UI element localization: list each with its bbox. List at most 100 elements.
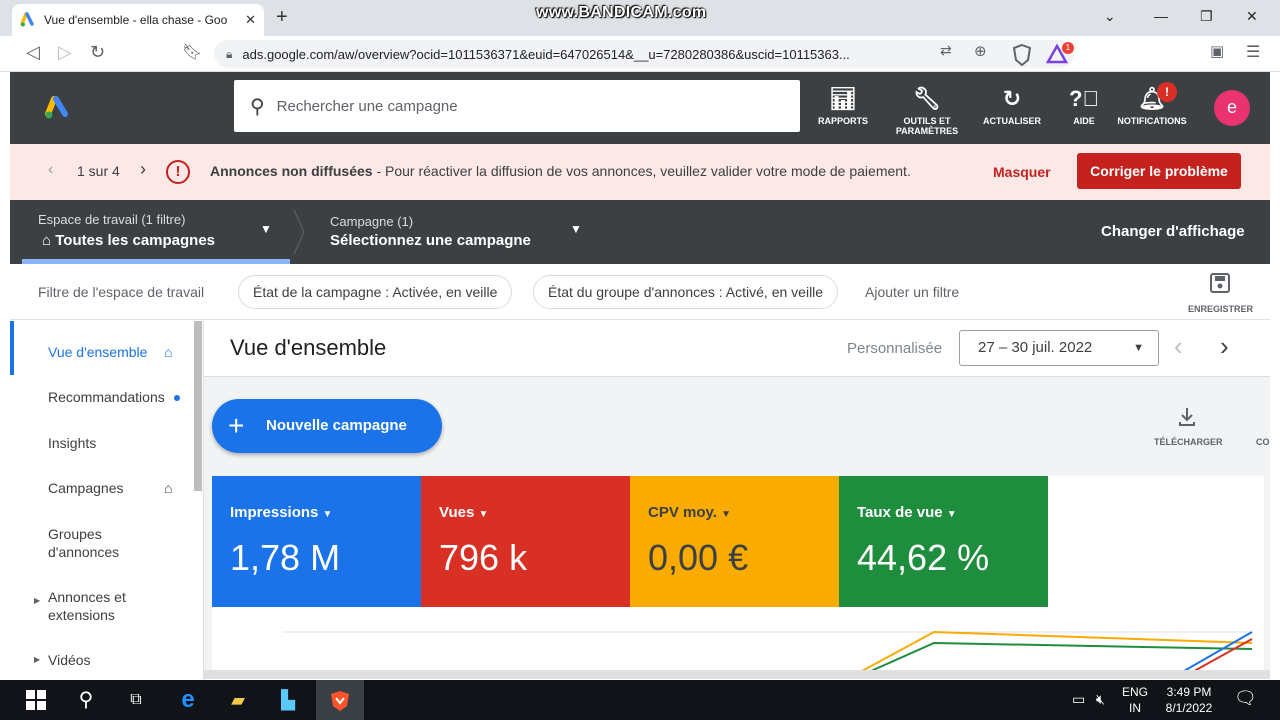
new-tab-icon[interactable]: + — [276, 6, 288, 29]
campaign-selector[interactable]: Sélectionnez une campagne — [330, 232, 531, 249]
dismiss-alert-button[interactable]: Masquer — [993, 164, 1051, 180]
alert-message: - Pour réactiver la diffusion de vos ann… — [372, 163, 911, 179]
fix-problem-button[interactable]: Corriger le problème — [1077, 153, 1241, 189]
alert-banner: ‹ 1 sur 4 › ! Annonces non diffusées - P… — [10, 144, 1270, 200]
windows-start-icon[interactable] — [26, 690, 46, 710]
tab-search-icon[interactable]: ⌄ — [1104, 8, 1116, 25]
alert-text: Annonces non diffusées - Pour réactiver … — [210, 163, 911, 179]
sidebar-item-videos[interactable]: Vidéos — [48, 651, 91, 669]
brave-shield-icon[interactable] — [1012, 44, 1032, 66]
save-icon[interactable] — [1209, 272, 1231, 294]
workspace-value: Toutes les campagnes — [55, 232, 216, 249]
sidebar-scrollbar[interactable] — [194, 321, 202, 491]
main-content: Vue d'ensemble Personnalisée 27 – 30 jui… — [204, 321, 1270, 679]
sidebar-item-recommendations[interactable]: Recommandations — [48, 388, 182, 406]
metric-card-view-rate[interactable]: Taux de vue ▼ 44,62 % — [839, 476, 1048, 607]
prev-date-icon[interactable]: ‹ — [1174, 331, 1183, 362]
recorder-watermark: www.BANDICAM.com — [536, 4, 707, 21]
rewards-badge: 1 — [1062, 42, 1074, 54]
metric-value: 1,78 M — [230, 537, 341, 578]
sidebar-item-overview[interactable]: Vue d'ensemble ⌂ — [48, 343, 172, 361]
internet-explorer-icon[interactable]: e — [174, 686, 202, 714]
url-text: ads.google.com/aw/overview?ocid=10115363… — [242, 46, 850, 62]
metric-card-avg-cpv[interactable]: CPV moy. ▼ 0,00 € — [630, 476, 839, 607]
brave-browser-icon[interactable] — [328, 689, 352, 713]
metric-label: Taux de vue ▼ — [857, 504, 1030, 521]
chevron-down-icon: ▼ — [322, 509, 333, 520]
sidebar-item-label: Campagnes — [48, 480, 124, 496]
date-range-selector[interactable]: 27 – 30 juil. 2022 ▼ — [959, 330, 1159, 366]
forward-icon[interactable]: ▷ — [58, 42, 72, 63]
notification-center-icon[interactable]: 🗨︎ — [1234, 688, 1257, 709]
google-ads-logo-icon[interactable] — [44, 96, 72, 120]
browser-tab-bar: Vue d'ensemble - ella chase - Goo ✕ + ww… — [0, 0, 1280, 36]
metric-label: Impressions ▼ — [230, 504, 403, 521]
next-date-icon[interactable]: › — [1220, 331, 1229, 362]
lang-region: IN — [1129, 701, 1141, 715]
sidebar-item-insights[interactable]: Insights — [48, 434, 96, 452]
download-icon[interactable] — [1177, 406, 1197, 428]
sidebar-item-adgroups[interactable]: Groupes d'annonces — [48, 525, 148, 561]
bookmark-icon[interactable]: 🔖︎ — [182, 42, 202, 62]
close-window-icon[interactable]: ✕ — [1246, 8, 1258, 25]
expand-icon[interactable]: ▶ — [34, 655, 40, 664]
back-icon[interactable]: ◁ — [26, 42, 40, 63]
search-icon: ⚲ — [250, 95, 265, 118]
metric-card-views[interactable]: Vues ▼ 796 k — [421, 476, 630, 607]
new-campaign-label: Nouvelle campagne — [266, 417, 407, 434]
browser-tab[interactable]: Vue d'ensemble - ella chase - Goo ✕ — [12, 4, 264, 36]
metric-label: Vues ▼ — [439, 504, 612, 521]
home-icon: ⌂ — [164, 480, 173, 496]
campaign-search-input[interactable]: ⚲ Rechercher une campagne — [234, 80, 800, 132]
volume-muted-icon[interactable]: 🔇︎ — [1096, 691, 1105, 708]
sidebar-item-label: Annonces et extensions — [48, 589, 126, 623]
sidebar-item-label: Groupes d'annonces — [48, 526, 120, 560]
file-explorer-icon[interactable]: ▰ — [224, 686, 252, 714]
reports-button[interactable]: 📊︎ RAPPORTS — [803, 86, 883, 126]
tools-button[interactable]: 🔧︎ OUTILS ET PARAMÈTRES — [887, 86, 967, 136]
campaign-status-chip[interactable]: État de la campagne : Activée, en veille — [238, 275, 513, 309]
expand-icon[interactable]: ▶ — [34, 596, 40, 605]
change-view-button[interactable]: Changer d'affichage — [1101, 223, 1245, 240]
workspace-selector[interactable]: ⌂ Toutes les campagnes — [42, 232, 215, 249]
prev-alert-icon[interactable]: ‹ — [48, 161, 53, 179]
reload-icon[interactable]: ↻ — [90, 42, 105, 63]
horizontal-scrollbar[interactable] — [204, 670, 1270, 679]
error-icon: ! — [166, 160, 190, 184]
restore-icon[interactable]: ❐ — [1200, 8, 1213, 25]
close-tab-icon[interactable]: ✕ — [245, 12, 256, 28]
sidebar-item-label: Vidéos — [48, 652, 91, 668]
metric-card-impressions[interactable]: Impressions ▼ 1,78 M — [212, 476, 421, 607]
minimize-icon[interactable]: — — [1154, 8, 1168, 24]
notifications-label: NOTIFICATIONS — [1117, 116, 1187, 126]
zoom-icon[interactable]: ⊕ — [974, 42, 987, 60]
add-filter-button[interactable]: Ajouter un filtre — [865, 284, 959, 300]
language-indicator[interactable]: ENG IN — [1122, 684, 1148, 716]
campaign-dropdown-icon[interactable]: ▼ — [570, 222, 582, 236]
clock-time: 3:49 PM — [1166, 685, 1212, 699]
adgroup-status-chip[interactable]: État du groupe d'annonces : Activé, en v… — [533, 275, 839, 309]
tools-icon: 🔧︎ — [913, 86, 941, 111]
lock-icon: 🔒︎ — [226, 46, 233, 61]
save-label: ENREGISTRER — [1188, 304, 1254, 314]
taskbar-clock[interactable]: 3:49 PM 8/1/2022 — [1150, 684, 1228, 716]
translate-icon[interactable]: ⇄ — [940, 42, 952, 59]
avatar[interactable]: e — [1214, 90, 1250, 126]
sidebar-item-ads-extensions[interactable]: Annonces et extensions — [48, 588, 148, 624]
refresh-button[interactable]: ↻ ACTUALISER — [972, 86, 1052, 126]
menu-icon[interactable]: ☰ — [1246, 42, 1260, 62]
windows-taskbar: ⚲ ⧉ e ▰ ▙ ▭ 🔇︎ ENG IN 3:49 PM 8/1/2022 🗨… — [0, 680, 1280, 720]
app-icon[interactable]: ▙ — [274, 686, 302, 714]
new-campaign-button[interactable]: + Nouvelle campagne — [212, 399, 442, 453]
next-alert-icon[interactable]: › — [140, 159, 146, 180]
search-icon[interactable]: ⚲ — [72, 686, 100, 714]
chevron-down-icon: ▼ — [478, 509, 489, 520]
ads-header: ⚲ Rechercher une campagne 📊︎ RAPPORTS 🔧︎… — [10, 72, 1270, 144]
task-view-icon[interactable]: ⧉ — [122, 686, 150, 714]
workspace-dropdown-icon[interactable]: ▼ — [260, 222, 272, 236]
sidebar-item-campaigns[interactable]: Campagnes ⌂ — [48, 479, 172, 497]
wallet-icon[interactable]: ▣ — [1210, 42, 1224, 60]
notifications-button[interactable]: 🔔︎ NOTIFICATIONS — [1112, 86, 1192, 126]
network-icon[interactable]: ▭ — [1072, 691, 1085, 708]
chevron-down-icon: ▼ — [1133, 342, 1144, 354]
